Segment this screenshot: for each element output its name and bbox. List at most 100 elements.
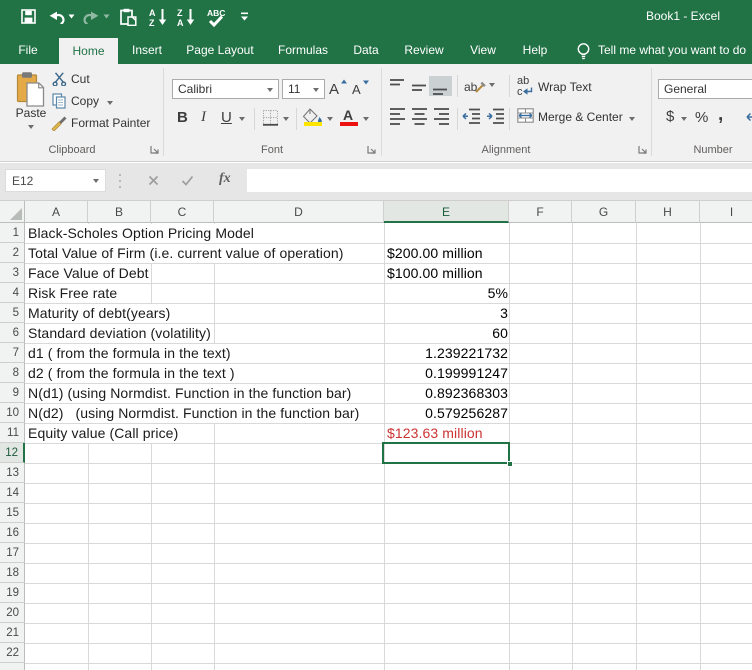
wrap-text-label[interactable]: Wrap Text: [538, 80, 592, 94]
tab-view[interactable]: View: [455, 36, 511, 64]
row-header-19[interactable]: 19: [0, 583, 25, 603]
customize-qat-icon[interactable]: [240, 12, 249, 21]
tell-me-box[interactable]: Tell me what you want to do: [598, 36, 746, 64]
grow-font-icon[interactable]: A: [329, 78, 348, 97]
cell-e9[interactable]: 0.892368303: [425, 384, 508, 403]
cell-a5[interactable]: Maturity of debt(years): [28, 304, 170, 323]
name-box-dropdown-icon[interactable]: [93, 179, 99, 183]
cell-e4[interactable]: 5%: [488, 284, 508, 303]
align-top-icon[interactable]: [390, 78, 407, 96]
row-header-10[interactable]: 10: [0, 403, 25, 423]
tab-review[interactable]: Review: [390, 36, 458, 64]
column-header-g[interactable]: G: [572, 201, 636, 223]
name-box[interactable]: E12: [5, 169, 106, 192]
increase-indent-icon[interactable]: [486, 108, 505, 125]
formula-input[interactable]: [247, 169, 752, 192]
column-header-h[interactable]: H: [636, 201, 700, 223]
row-header-20[interactable]: 20: [0, 603, 25, 623]
italic-button[interactable]: I: [201, 109, 206, 126]
comma-format-button[interactable]: ,: [718, 104, 723, 126]
cut-icon[interactable]: [52, 72, 67, 86]
row-header-15[interactable]: 15: [0, 503, 25, 523]
cancel-icon[interactable]: [148, 175, 159, 186]
row-header-4[interactable]: 4: [0, 283, 25, 303]
column-header-e[interactable]: E: [384, 201, 509, 223]
font-dialog-launcher[interactable]: [367, 145, 378, 156]
tab-page-layout[interactable]: Page Layout: [178, 36, 262, 64]
select-all-corner[interactable]: [0, 201, 25, 223]
fill-color-dropdown-icon[interactable]: [327, 117, 333, 121]
row-header-11[interactable]: 11: [0, 423, 25, 443]
font-color-dropdown-icon[interactable]: [363, 117, 369, 121]
cell-a8[interactable]: d2 ( from the formula in the text ): [28, 364, 235, 383]
decrease-indent-icon[interactable]: [462, 108, 481, 125]
insert-function-icon[interactable]: fx: [219, 171, 231, 187]
row-header-5[interactable]: 5: [0, 303, 25, 323]
merge-center-dropdown-icon[interactable]: [629, 117, 635, 121]
lightbulb-icon[interactable]: [576, 42, 591, 60]
row-header-3[interactable]: 3: [0, 263, 25, 283]
currency-format-button[interactable]: $: [666, 108, 674, 125]
tab-insert[interactable]: Insert: [118, 36, 176, 64]
undo-dropdown-icon[interactable]: [68, 14, 75, 19]
column-header-f[interactable]: F: [509, 201, 572, 223]
cell-e10[interactable]: 0.579256287: [425, 404, 508, 423]
row-header-8[interactable]: 8: [0, 363, 25, 383]
format-painter-icon[interactable]: [50, 116, 67, 131]
cell-a4[interactable]: Risk Free rate: [28, 284, 117, 303]
undo-icon[interactable]: [49, 9, 65, 24]
underline-dropdown-icon[interactable]: [239, 117, 245, 121]
cell-e8[interactable]: 0.199991247: [425, 364, 508, 383]
paste-icon[interactable]: [120, 8, 137, 26]
cell-e7[interactable]: 1.239221732: [425, 344, 508, 363]
align-middle-icon[interactable]: [412, 78, 429, 96]
cell-a7[interactable]: d1 ( from the formula in the text): [28, 344, 231, 363]
row-header-13[interactable]: 13: [0, 463, 25, 483]
tab-help[interactable]: Help: [507, 36, 563, 64]
row-header-12[interactable]: 12: [0, 443, 25, 463]
borders-dropdown-icon[interactable]: [283, 117, 289, 121]
cell-a9[interactable]: N(d1) (using Normdist. Function in the f…: [28, 384, 351, 403]
font-name-combo[interactable]: Calibri: [172, 79, 279, 99]
cell-e6[interactable]: 60: [492, 324, 508, 343]
column-header-c[interactable]: C: [151, 201, 214, 223]
selected-cell-box[interactable]: [382, 442, 510, 464]
orientation-dropdown-icon[interactable]: [489, 83, 495, 87]
fill-handle[interactable]: [507, 461, 513, 467]
enter-icon[interactable]: [181, 175, 194, 186]
align-left-icon[interactable]: [390, 108, 407, 126]
row-header-21[interactable]: 21: [0, 623, 25, 643]
font-size-combo[interactable]: 11: [282, 79, 325, 99]
copy-icon[interactable]: [52, 93, 66, 109]
cell-e2[interactable]: $200.00 million: [387, 244, 483, 263]
font-size-combo-dropdown-icon[interactable]: [313, 88, 319, 92]
cell-e11[interactable]: $123.63 million: [387, 424, 483, 443]
clipboard-dialog-launcher[interactable]: [150, 145, 161, 156]
row-header-23[interactable]: [0, 663, 25, 670]
tab-home[interactable]: Home: [59, 38, 118, 64]
underline-button[interactable]: U: [221, 109, 232, 126]
merge-center-icon[interactable]: [517, 108, 534, 123]
cut-label[interactable]: Cut: [71, 72, 90, 86]
paste-dropdown-icon[interactable]: [28, 125, 34, 129]
cell-a1[interactable]: Black-Scholes Option Pricing Model: [28, 224, 254, 243]
currency-dropdown-icon[interactable]: [681, 117, 687, 121]
row-header-1[interactable]: 1: [0, 223, 25, 243]
row-header-14[interactable]: 14: [0, 483, 25, 503]
percent-format-button[interactable]: %: [695, 109, 708, 126]
align-right-icon[interactable]: [434, 108, 451, 126]
save-icon[interactable]: [21, 9, 36, 24]
alignment-dialog-launcher[interactable]: [638, 145, 649, 156]
row-header-22[interactable]: 22: [0, 643, 25, 663]
cell-a10[interactable]: N(d2) (using Normdist. Function in the f…: [28, 404, 359, 423]
sort-az-icon[interactable]: AZ: [149, 8, 168, 27]
row-header-6[interactable]: 6: [0, 323, 25, 343]
cell-e5[interactable]: 3: [500, 304, 508, 323]
copy-dropdown-icon[interactable]: [107, 101, 113, 105]
row-header-7[interactable]: 7: [0, 343, 25, 363]
font-color-icon[interactable]: A: [343, 107, 353, 123]
sort-za-icon[interactable]: ZA: [177, 8, 196, 27]
wrap-text-icon[interactable]: abc: [517, 75, 534, 96]
increase-decimal-icon[interactable]: .0: [745, 110, 752, 124]
column-header-i[interactable]: I: [700, 201, 752, 223]
